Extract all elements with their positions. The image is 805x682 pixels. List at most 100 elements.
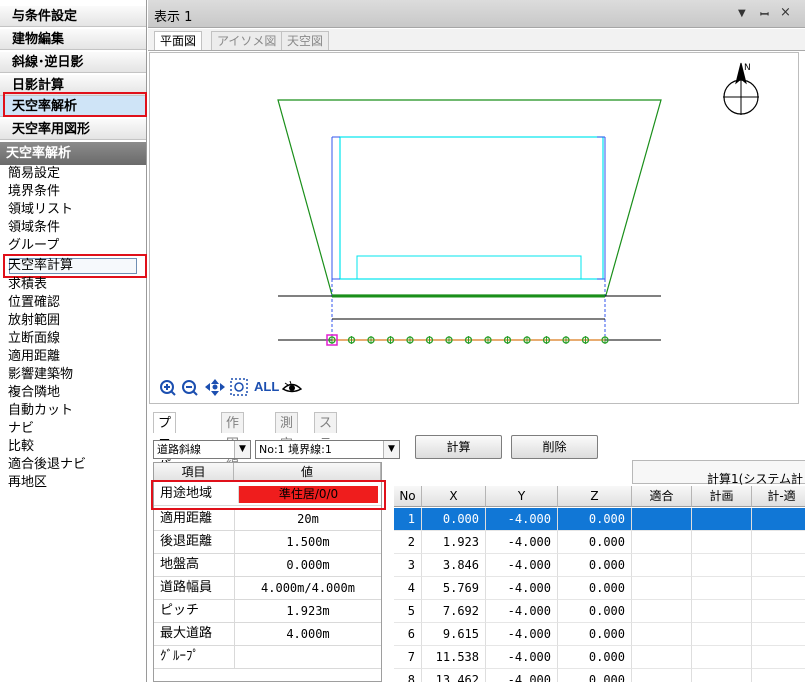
category-building-edit[interactable]: 建物編集 [0,29,146,50]
table-cell [752,554,805,577]
pin-icon[interactable]: ꟷ [760,7,769,22]
sub-item-boundary-conditions[interactable]: 境界条件 [8,183,144,201]
col-header-no[interactable]: No [394,486,422,507]
sub-item-section-line[interactable]: 立断面線 [8,330,144,348]
prop-row[interactable]: 地盤高 0.000m [154,554,381,577]
col-header-y[interactable]: Y [486,486,558,507]
tab-sky-view[interactable]: 天空図 [281,31,330,50]
tab-status[interactable]: ステータス [314,412,338,515]
sub-item-setback-navi[interactable]: 適合後退ナビ [8,456,144,474]
slant-type-select[interactable]: 道路斜線 ▼ [153,440,251,459]
table-row[interactable]: 8 13.462 -4.000 0.000 [394,669,805,682]
col-header-x[interactable]: X [422,486,486,507]
sub-item-applied-distance[interactable]: 適用距離 [8,348,144,366]
close-icon[interactable]: × [780,5,791,20]
category-slant-shadow[interactable]: 斜線･逆日影 [0,52,146,73]
col-header-conform[interactable]: 適合 [632,486,692,507]
slant-type-value: 道路斜線 [157,443,201,456]
table-cell [632,577,692,600]
table-cell: 7 [394,646,422,669]
table-cell [692,646,752,669]
sub-item-area-table[interactable]: 求積表 [8,276,144,294]
sub-item-region-list[interactable]: 領域リスト [8,201,144,219]
window-dropdown-icon[interactable]: ▼ [738,8,746,19]
sub-item-composite-adjacent[interactable]: 複合隣地 [8,384,144,402]
sub-item-auto-cut[interactable]: 自動カット [8,402,144,420]
table-cell: 0.000 [558,531,632,554]
sub-item-position-check[interactable]: 位置確認 [8,294,144,312]
table-row[interactable]: 2 1.923 -4.000 0.000 [394,531,805,554]
table-cell: 6 [394,623,422,646]
sub-item-affecting-buildings[interactable]: 影響建築物 [8,366,144,384]
zoom-window-icon[interactable] [230,378,248,396]
chevron-down-icon: ▼ [234,441,250,458]
table-cell [632,669,692,682]
sub-item-region-conditions[interactable]: 領域条件 [8,219,144,237]
table-row[interactable]: 3 3.846 -4.000 0.000 [394,554,805,577]
tab-drawing-lines[interactable]: 作図線 [221,412,245,473]
plan-canvas[interactable]: N ALL [149,52,799,404]
prop-value[interactable]: 4.000m [234,623,381,645]
table-cell [632,508,692,531]
view-title-bar: 表示 1 ▼ ꟷ × [148,0,805,28]
prop-value[interactable]: 1.923m [234,600,381,622]
col-header-plan[interactable]: 計画 [692,486,752,507]
prop-row[interactable]: ピッチ 1.923m [154,600,381,623]
eye-icon[interactable] [282,380,302,396]
prop-value[interactable]: 1.500m [234,531,381,553]
table-row[interactable]: 1 0.000 -4.000 0.000 [394,508,805,531]
pan-icon[interactable] [205,379,225,396]
view-tabs: 平面図 アイソメ図 天空図 [148,29,805,51]
table-row[interactable]: 5 7.692 -4.000 0.000 [394,600,805,623]
table-cell [632,646,692,669]
prop-key: 最大道路 [160,626,213,641]
table-row[interactable]: 7 11.538 -4.000 0.000 [394,646,805,669]
category-sky-factor-shapes[interactable]: 天空率用図形 [0,119,146,140]
table-row[interactable]: 6 9.615 -4.000 0.000 [394,623,805,646]
col-header-diff[interactable]: 計-適 [752,486,805,507]
sidebar: 与条件設定 建物編集 斜線･逆日影 日影計算 天空率解析 天空率用図形 天空率解… [0,0,147,682]
table-row[interactable]: 4 5.769 -4.000 0.000 [394,577,805,600]
prop-value[interactable]: 20m [234,508,381,530]
sub-item-group[interactable]: グループ [8,237,144,255]
table-cell [692,623,752,646]
category-yojouken[interactable]: 与条件設定 [0,6,146,27]
prop-value[interactable]: 4.000m/4.000m [234,577,381,599]
prop-value[interactable] [234,646,381,668]
prop-row[interactable]: ｸﾞﾙｰﾌﾟ [154,646,381,669]
sub-item-compare[interactable]: 比較 [8,438,144,456]
sub-item-highlight-frame [3,254,147,278]
prop-row[interactable]: 道路幅員 4.000m/4.000m [154,577,381,600]
calc-button[interactable]: 計算 [415,435,502,459]
zoom-in-icon[interactable] [160,380,176,396]
zoom-all-button[interactable]: ALL [254,379,279,394]
prop-key: ピッチ [160,603,200,618]
col-header-z[interactable]: Z [558,486,632,507]
sub-item-radial-range[interactable]: 放射範囲 [8,312,144,330]
table-cell: 3 [394,554,422,577]
view-title: 表示 1 [154,10,193,25]
prop-row[interactable]: 最大道路 4.000m [154,623,381,646]
table-cell: 1.923 [422,531,486,554]
boundary-line-select[interactable]: No:1 境界線:1 ▼ [255,440,400,459]
table-cell: 11.538 [422,646,486,669]
prop-row[interactable]: 後退距離 1.500m [154,531,381,554]
tab-measure[interactable]: 測定 [275,412,299,452]
table-cell: -4.000 [486,600,558,623]
delete-button[interactable]: 削除 [511,435,598,459]
section-header: 天空率解析 [0,142,146,165]
svg-text:N: N [744,63,751,73]
tab-plan[interactable]: 平面図 [154,31,203,50]
view-toolbar: ALL [158,377,348,399]
tab-properties[interactable]: プロパティ [153,412,177,515]
zoom-out-icon[interactable] [182,380,198,396]
tab-isometric[interactable]: アイソメ図 [211,31,283,50]
prop-value[interactable]: 0.000m [234,554,381,576]
sub-item-navi[interactable]: ナビ [8,420,144,438]
table-cell: 0.000 [558,623,632,646]
prop-row[interactable]: 適用距離 20m [154,508,381,531]
sub-item-redistrict[interactable]: 再地区 [8,474,144,492]
sub-item-simple-setup[interactable]: 簡易設定 [8,165,144,183]
table-cell: -4.000 [486,554,558,577]
table-cell [632,600,692,623]
